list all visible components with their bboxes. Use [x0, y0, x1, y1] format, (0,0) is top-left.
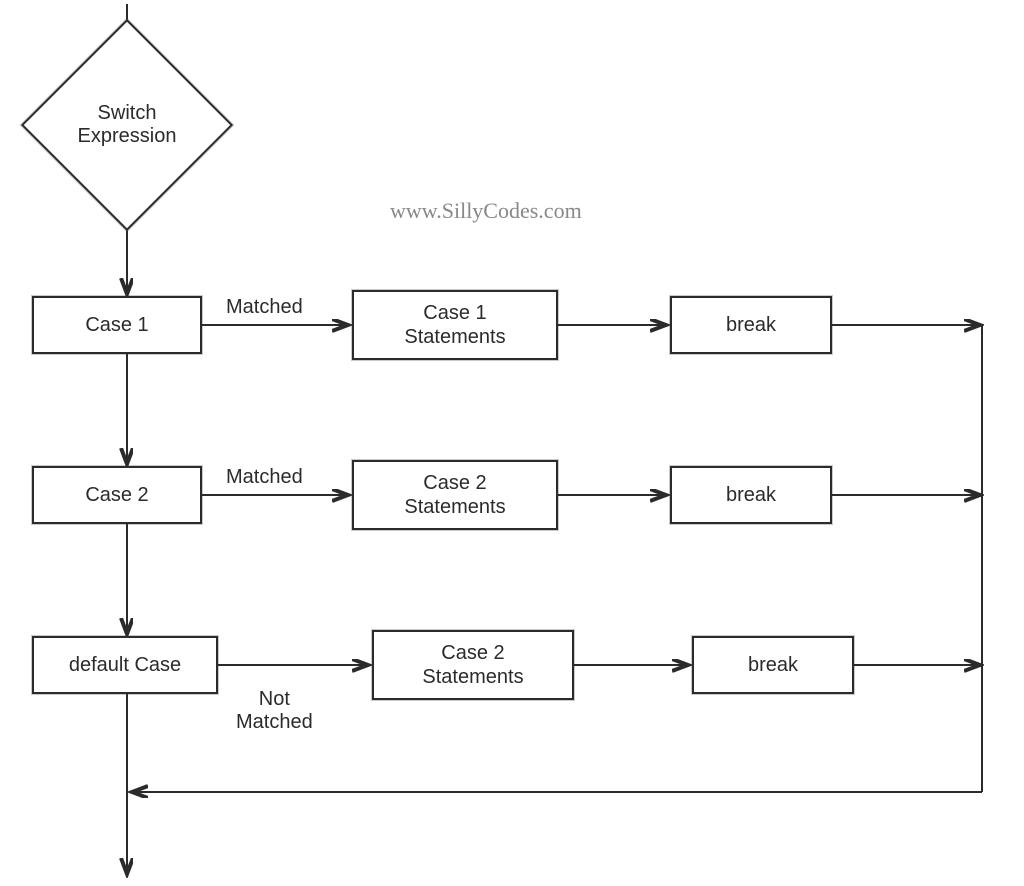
- default-edge-label: NotMatched: [236, 688, 313, 734]
- switch-expression-decision: SwitchExpression: [52, 50, 202, 200]
- flowchart-canvas: www.SillyCodes.com SwitchExpression Case…: [0, 0, 1024, 886]
- default-statements-node: Case 2Statements: [372, 630, 574, 700]
- watermark-text: www.SillyCodes.com: [390, 198, 582, 224]
- case1-node: Case 1: [32, 296, 202, 354]
- case2-edge-label: Matched: [226, 466, 303, 489]
- case1-statements-node: Case 1Statements: [352, 290, 558, 360]
- case1-break-node: break: [670, 296, 832, 354]
- case2-node: Case 2: [32, 466, 202, 524]
- default-case-node: default Case: [32, 636, 218, 694]
- switch-expression-label: SwitchExpression: [52, 50, 202, 200]
- case2-break-node: break: [670, 466, 832, 524]
- case1-edge-label: Matched: [226, 296, 303, 319]
- default-break-node: break: [692, 636, 854, 694]
- case2-statements-node: Case 2Statements: [352, 460, 558, 530]
